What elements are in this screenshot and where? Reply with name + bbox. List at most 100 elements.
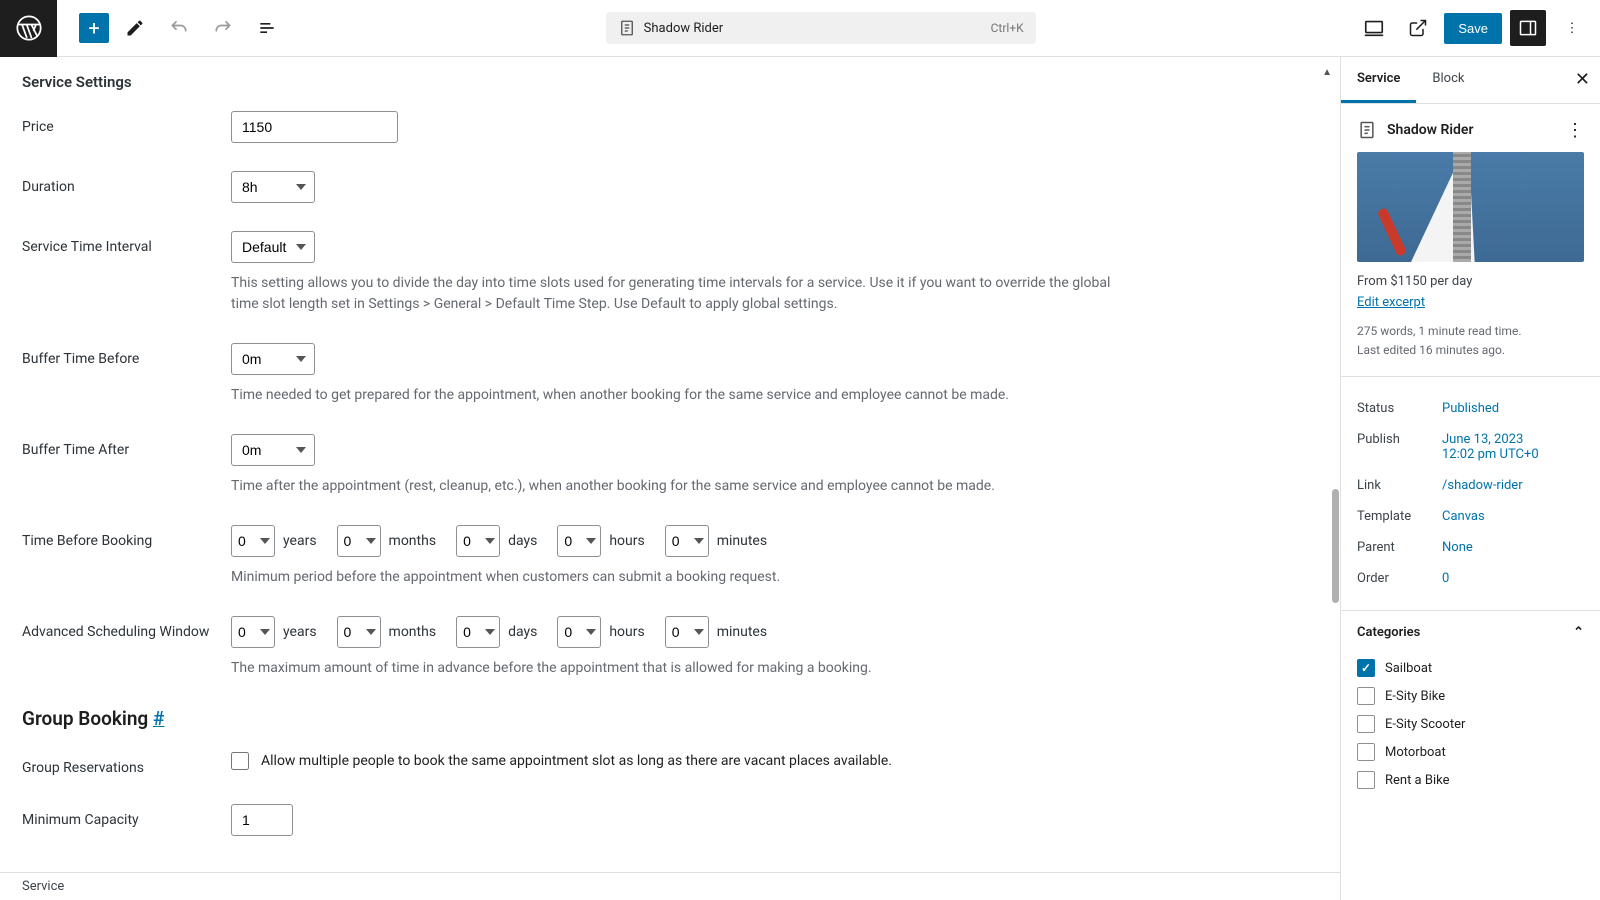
order-row[interactable]: Order0 — [1357, 563, 1584, 594]
view-external-icon[interactable] — [1400, 10, 1436, 46]
template-row[interactable]: TemplateCanvas — [1357, 501, 1584, 532]
top-toolbar: + Shadow Rider Ctrl+K Save ⋮ — [0, 0, 1600, 57]
close-icon[interactable]: ✕ — [1575, 69, 1590, 90]
category-label: Rent a Bike — [1385, 773, 1449, 788]
word-count-text: 275 words, 1 minute read time. — [1357, 322, 1584, 341]
toolbar-right: Save ⋮ — [1356, 10, 1600, 46]
edit-mode-icon[interactable] — [117, 10, 153, 46]
toolbar-left: + — [0, 0, 285, 57]
main-editor-area: Service Settings ▲ Price Duration 8h Ser… — [0, 57, 1340, 900]
unit-days-2: days — [508, 624, 537, 640]
options-icon[interactable]: ⋮ — [1554, 10, 1590, 46]
aw-months-select[interactable]: 0 — [337, 616, 381, 648]
group-booking-heading: Group Booking # — [22, 707, 1318, 730]
category-item[interactable]: Rent a Bike — [1357, 766, 1584, 794]
unit-minutes: minutes — [717, 533, 767, 549]
document-outline-icon[interactable] — [249, 10, 285, 46]
settings-sidebar: Service Block ✕ Shadow Rider ⋮ From $115… — [1340, 57, 1600, 900]
post-summary-section: Shadow Rider ⋮ From $1150 per day Edit e… — [1341, 104, 1600, 377]
category-checkbox[interactable] — [1357, 687, 1375, 705]
aw-days-select[interactable]: 0 — [456, 616, 500, 648]
aw-hours-select[interactable]: 0 — [557, 616, 601, 648]
unit-years: years — [283, 533, 317, 549]
buffer-after-help: Time after the appointment (rest, cleanu… — [231, 476, 1131, 497]
aw-years-select[interactable]: 0 — [231, 616, 275, 648]
featured-image[interactable] — [1357, 152, 1584, 262]
tab-service[interactable]: Service — [1341, 57, 1416, 103]
footer-breadcrumb[interactable]: Service — [0, 872, 1340, 900]
post-title: Shadow Rider — [1387, 122, 1473, 138]
sidebar-tabs: Service Block ✕ — [1341, 57, 1600, 104]
buffer-before-select[interactable]: 0m — [231, 343, 315, 375]
unit-hours: hours — [609, 533, 644, 549]
group-reservations-checkbox[interactable] — [231, 752, 249, 770]
categories-section: Categories ⌃ Sailboat E-Sity Bike E-Sity S… — [1341, 611, 1600, 810]
buffer-after-select[interactable]: 0m — [231, 434, 315, 466]
price-input[interactable] — [231, 111, 398, 143]
unit-years-2: years — [283, 624, 317, 640]
category-label: Sailboat — [1385, 661, 1432, 676]
scrollbar-thumb[interactable] — [1332, 489, 1339, 603]
tbb-hours-select[interactable]: 0 — [557, 525, 601, 557]
buffer-before-label: Buffer Time Before — [22, 343, 231, 367]
category-checkbox[interactable] — [1357, 659, 1375, 677]
document-title-bar[interactable]: Shadow Rider Ctrl+K — [606, 12, 1036, 44]
unit-months-2: months — [389, 624, 437, 640]
category-label: Motorboat — [1385, 745, 1446, 760]
post-status-section: StatusPublished PublishJune 13, 202312:0… — [1341, 377, 1600, 611]
parent-row[interactable]: ParentNone — [1357, 532, 1584, 563]
link-row[interactable]: Link/shadow-rider — [1357, 470, 1584, 501]
tbb-months-select[interactable]: 0 — [337, 525, 381, 557]
group-reservations-text: Allow multiple people to book the same a… — [261, 753, 892, 769]
unit-days: days — [508, 533, 537, 549]
collapse-icon[interactable]: ▲ — [1322, 67, 1332, 78]
add-block-button[interactable]: + — [79, 13, 109, 43]
unit-hours-2: hours — [609, 624, 644, 640]
category-checkbox[interactable] — [1357, 715, 1375, 733]
aw-minutes-select[interactable]: 0 — [665, 616, 709, 648]
unit-months: months — [389, 533, 437, 549]
section-title: Service Settings — [22, 73, 1318, 91]
categories-header[interactable]: Categories ⌃ — [1341, 611, 1600, 654]
min-capacity-input[interactable] — [231, 804, 293, 836]
status-row[interactable]: StatusPublished — [1357, 393, 1584, 424]
category-checkbox[interactable] — [1357, 743, 1375, 761]
aw-help: The maximum amount of time in advance be… — [231, 658, 1131, 679]
publish-row[interactable]: PublishJune 13, 202312:02 pm UTC+0 — [1357, 424, 1584, 470]
excerpt-text: From $1150 per day — [1357, 274, 1584, 289]
category-item[interactable]: E-Sity Bike — [1357, 682, 1584, 710]
undo-icon[interactable] — [161, 10, 197, 46]
interval-help: This setting allows you to divide the da… — [231, 273, 1131, 315]
group-booking-anchor[interactable]: # — [153, 707, 164, 730]
category-item[interactable]: Sailboat — [1357, 654, 1584, 682]
category-item[interactable]: E-Sity Scooter — [1357, 710, 1584, 738]
tbb-help: Minimum period before the appointment wh… — [231, 567, 1131, 588]
tbb-days-select[interactable]: 0 — [456, 525, 500, 557]
device-preview-icon[interactable] — [1356, 10, 1392, 46]
duration-label: Duration — [22, 171, 231, 195]
redo-icon[interactable] — [205, 10, 241, 46]
duration-select[interactable]: 8h — [231, 171, 315, 203]
category-item[interactable]: Motorboat — [1357, 738, 1584, 766]
category-label: E-Sity Scooter — [1385, 717, 1465, 732]
page-icon — [618, 19, 636, 37]
buffer-after-label: Buffer Time After — [22, 434, 231, 458]
toolbar-center: Shadow Rider Ctrl+K — [285, 12, 1356, 44]
interval-select[interactable]: Default — [231, 231, 315, 263]
category-label: E-Sity Bike — [1385, 689, 1445, 704]
save-button[interactable]: Save — [1444, 13, 1502, 44]
chevron-up-icon: ⌃ — [1573, 625, 1584, 640]
category-checkbox[interactable] — [1357, 771, 1375, 789]
settings-panel-toggle-icon[interactable] — [1510, 10, 1546, 46]
tbb-minutes-select[interactable]: 0 — [665, 525, 709, 557]
wordpress-logo[interactable] — [0, 0, 57, 57]
page-icon — [1357, 120, 1377, 140]
post-options-icon[interactable]: ⋮ — [1566, 120, 1584, 141]
tab-block[interactable]: Block — [1416, 57, 1480, 103]
tbb-years-select[interactable]: 0 — [231, 525, 275, 557]
min-capacity-label: Minimum Capacity — [22, 804, 231, 828]
last-edited-text: Last edited 16 minutes ago. — [1357, 341, 1584, 360]
unit-minutes-2: minutes — [717, 624, 767, 640]
edit-excerpt-link[interactable]: Edit excerpt — [1357, 295, 1425, 310]
shortcut-hint: Ctrl+K — [991, 21, 1024, 35]
